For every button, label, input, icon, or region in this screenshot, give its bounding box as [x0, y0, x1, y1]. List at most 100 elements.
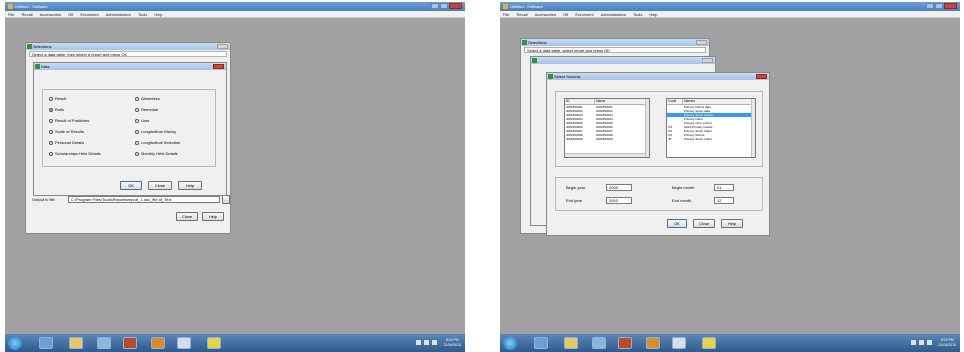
media-icon[interactable]: [97, 337, 111, 349]
radio-dot: [135, 129, 139, 134]
media-icon[interactable]: [592, 337, 606, 349]
network-icon[interactable]: [416, 340, 421, 345]
maximize-button[interactable]: [440, 3, 448, 9]
radio-lists[interactable]: Lists: [135, 118, 149, 123]
radio-result[interactable]: Result: [49, 96, 66, 101]
select-schools-dialog: Select Schools ID Name 2001850001 2001850…: [546, 72, 770, 236]
volume-icon[interactable]: [919, 340, 924, 345]
paint-icon[interactable]: [151, 337, 165, 349]
help-button[interactable]: Help: [202, 212, 224, 221]
close-icon[interactable]: [756, 74, 767, 79]
menu-item-tools[interactable]: Tools: [633, 11, 642, 17]
folder-icon[interactable]: [564, 337, 578, 349]
window-controls: [431, 3, 462, 9]
vertical-scrollbar[interactable]: [645, 99, 649, 157]
menu-item-enrolment[interactable]: Enrolment: [575, 11, 593, 17]
radio-longitudinal-history[interactable]: Longitudinal History: [135, 129, 176, 134]
end-month-field[interactable]: 12: [714, 197, 734, 204]
radio-remedial[interactable]: Remedial: [135, 107, 158, 112]
browser-icon[interactable]: [39, 337, 53, 349]
names-list[interactable]: Code Names Primary Infants data Primary J…: [666, 98, 756, 158]
network-icon[interactable]: [911, 340, 916, 345]
horizontal-scrollbar[interactable]: [565, 153, 645, 157]
close-button[interactable]: Close: [693, 219, 715, 228]
flag-icon[interactable]: [927, 340, 932, 345]
instruction-strip: Select a data table, select report and p…: [524, 47, 706, 53]
menu-item-off[interactable]: Off: [563, 11, 568, 17]
help-button[interactable]: Help: [178, 181, 202, 190]
close-icon[interactable]: [217, 44, 228, 49]
ok-button[interactable]: OK: [667, 219, 687, 228]
vertical-scrollbar[interactable]: [751, 99, 755, 157]
flag-icon[interactable]: [432, 340, 437, 345]
close-icon[interactable]: [702, 58, 713, 63]
paint-icon[interactable]: [646, 337, 660, 349]
column-header-id[interactable]: ID: [565, 99, 595, 104]
maximize-button[interactable]: [935, 3, 943, 9]
ok-button[interactable]: OK: [120, 181, 142, 190]
radio-scale-of-results[interactable]: Scale of Results: [49, 129, 84, 134]
document-icon[interactable]: [177, 337, 191, 349]
menu-item-tools[interactable]: Tools: [138, 11, 147, 17]
browse-button[interactable]: …: [222, 195, 230, 204]
clock-date: 21/04/2010: [938, 343, 956, 347]
radio-rolls[interactable]: Rolls: [49, 107, 64, 112]
start-button[interactable]: [503, 336, 517, 350]
close-window-button[interactable]: [944, 3, 957, 9]
app-icon[interactable]: [618, 337, 632, 349]
menu-item-help[interactable]: Help: [154, 11, 162, 17]
begin-year-field[interactable]: 2003: [606, 184, 632, 191]
menu-item-accessories[interactable]: Accessories: [40, 11, 62, 17]
software-icon[interactable]: [207, 337, 221, 349]
column-header-name[interactable]: Name: [595, 99, 647, 104]
radio-personal-details[interactable]: Personal Details: [49, 140, 84, 145]
app-icon[interactable]: [123, 337, 137, 349]
radio-absentees[interactable]: Absentees: [135, 96, 160, 101]
radio-scholarships-held[interactable]: Scholarships Held Details: [49, 151, 101, 156]
close-icon[interactable]: [696, 40, 707, 45]
close-icon[interactable]: [213, 64, 224, 69]
list-item[interactable]: 2001850009 2001850009: [565, 137, 649, 141]
minimize-button[interactable]: [431, 3, 439, 9]
software-icon[interactable]: [702, 337, 716, 349]
clock[interactable]: 6:02 PM 21/04/2010: [443, 338, 461, 348]
menu-item-administration[interactable]: Administration: [106, 11, 131, 17]
menu-item-help[interactable]: Help: [649, 11, 657, 17]
document-icon[interactable]: [672, 337, 686, 349]
menu-item-recall[interactable]: Recall: [516, 11, 527, 17]
radio-monthly-held[interactable]: Monthly Held Details: [135, 151, 178, 156]
close-window-button[interactable]: [449, 3, 462, 9]
column-header-names[interactable]: Names: [683, 99, 753, 104]
system-tray: [911, 340, 932, 345]
browser-icon[interactable]: [534, 337, 548, 349]
radio-label: Lists: [141, 118, 150, 123]
workspace: Selections Select a data table, then sel…: [5, 18, 465, 334]
report-options-group: Result Rolls Result of Publishes Scale o…: [42, 89, 216, 167]
menu-item-file[interactable]: File: [8, 11, 14, 17]
list-item[interactable]: JP Primary Junior Infant: [667, 137, 755, 141]
inner-window-titlebar: [531, 57, 715, 64]
menu-item-file[interactable]: File: [503, 11, 509, 17]
export-path-field[interactable]: C:\Program Files\Tools\Reports\report_1.…: [68, 196, 220, 203]
menu-item-off[interactable]: Off: [68, 11, 73, 17]
menu-item-recall[interactable]: Recall: [21, 11, 32, 17]
close-button[interactable]: Close: [176, 212, 198, 221]
menu-bar: File Recall Accessories Off Enrolment Ad…: [5, 11, 465, 18]
close-button[interactable]: Close: [148, 181, 172, 190]
menu-item-administration[interactable]: Administration: [601, 11, 626, 17]
minimize-button[interactable]: [926, 3, 934, 9]
start-button[interactable]: [8, 336, 22, 350]
folder-icon[interactable]: [69, 337, 83, 349]
radio-longitudinal-selection[interactable]: Longitudinal Selection: [135, 140, 180, 145]
column-header-code[interactable]: Code: [667, 99, 683, 104]
select-schools-title: Select Schools: [554, 74, 581, 79]
menu-item-enrolment[interactable]: Enrolment: [80, 11, 98, 17]
help-button[interactable]: Help: [721, 219, 743, 228]
menu-item-accessories[interactable]: Accessories: [535, 11, 557, 17]
end-year-field[interactable]: 2010: [606, 197, 632, 204]
volume-icon[interactable]: [424, 340, 429, 345]
clock[interactable]: 6:02 PM 21/04/2010: [938, 338, 956, 348]
radio-result-of-publishes[interactable]: Result of Publishes: [49, 118, 89, 123]
schools-list[interactable]: ID Name 2001850001 2001850001 2001850002 20…: [564, 98, 650, 158]
begin-month-field[interactable]: 01: [714, 184, 734, 191]
